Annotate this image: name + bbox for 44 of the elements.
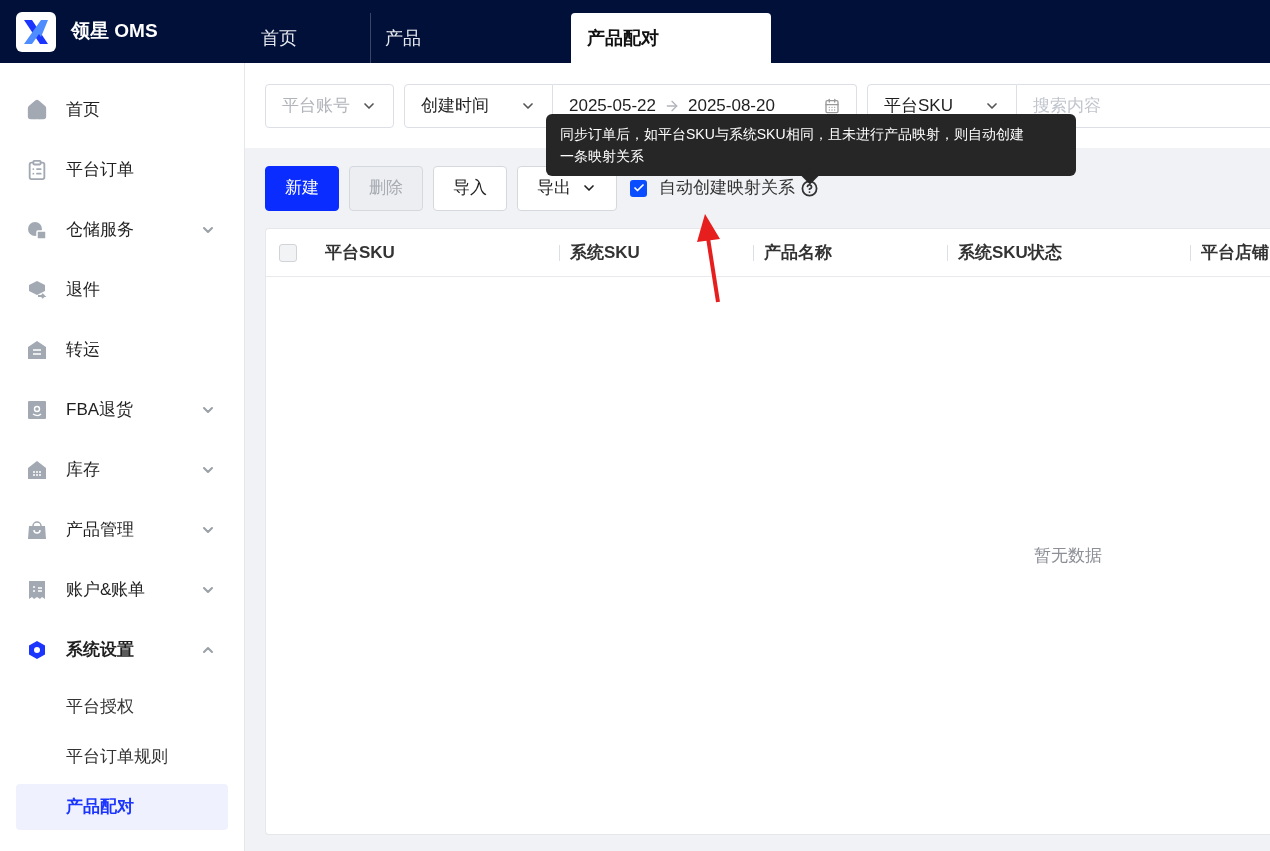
column-header: 系统SKU状态 — [958, 241, 1062, 264]
sidebar-item[interactable]: 系统设置 — [16, 620, 228, 680]
select-value: 平台SKU — [884, 94, 953, 117]
column-header: 平台SKU — [325, 241, 395, 264]
toolbar-button[interactable]: 导入 — [433, 165, 507, 211]
sidebar-item[interactable]: 产品管理 — [16, 500, 228, 560]
page-tab[interactable]: 产品配对 — [571, 13, 771, 63]
checkbox[interactable] — [278, 243, 297, 262]
help-icon[interactable] — [801, 179, 818, 197]
box-return-icon — [26, 279, 48, 301]
clipboard-icon — [26, 159, 48, 181]
check-icon — [632, 182, 645, 194]
toolbar-button[interactable]: 新建 — [265, 165, 339, 211]
sidebar-item[interactable]: 仓储服务 — [16, 200, 228, 260]
app-title: 领星 OMS — [71, 19, 158, 44]
logo-icon — [16, 11, 56, 52]
bill-icon — [26, 579, 48, 601]
page-tab[interactable]: 首页 — [245, 13, 370, 63]
sidebar-item[interactable]: FBA退货 — [16, 380, 228, 440]
empty-text: 暂无数据 — [1034, 544, 1102, 567]
sidebar-item[interactable]: 账户&账单 — [16, 560, 228, 620]
sidebar-item[interactable]: 退件 — [16, 260, 228, 320]
calendar-icon — [824, 97, 840, 114]
sidebar-subitem[interactable]: 产品配对 — [16, 784, 228, 830]
checkbox[interactable] — [630, 179, 647, 197]
settings-icon — [26, 639, 48, 661]
sidebar-item[interactable]: 转运 — [16, 320, 228, 380]
start-date: 2025-05-22 — [569, 94, 656, 117]
time-type-select[interactable]: 创建时间 — [404, 83, 553, 128]
column-header: 产品名称 — [764, 241, 832, 264]
placeholder-text: 平台账号 — [282, 94, 350, 117]
checkbox-label: 自动创建映射关系 — [659, 177, 795, 200]
sidebar-item[interactable]: 首页 — [16, 80, 228, 140]
home-icon — [26, 99, 48, 121]
end-date: 2025-08-20 — [687, 94, 775, 117]
sidebar-item[interactable]: 平台订单 — [16, 140, 228, 200]
sidebar-subitem[interactable]: 平台授权 — [16, 684, 228, 730]
shopping-bag-icon — [26, 519, 48, 541]
column-header: 系统SKU — [570, 241, 640, 264]
sidebar-item[interactable]: 库存 — [16, 440, 228, 500]
search-field[interactable]: 搜索内容 — [1017, 83, 1270, 128]
select-value: 创建时间 — [421, 94, 489, 117]
column-header: 平台店铺 — [1201, 241, 1269, 264]
sidebar-subitem[interactable]: 平台订单规则 — [16, 734, 228, 780]
